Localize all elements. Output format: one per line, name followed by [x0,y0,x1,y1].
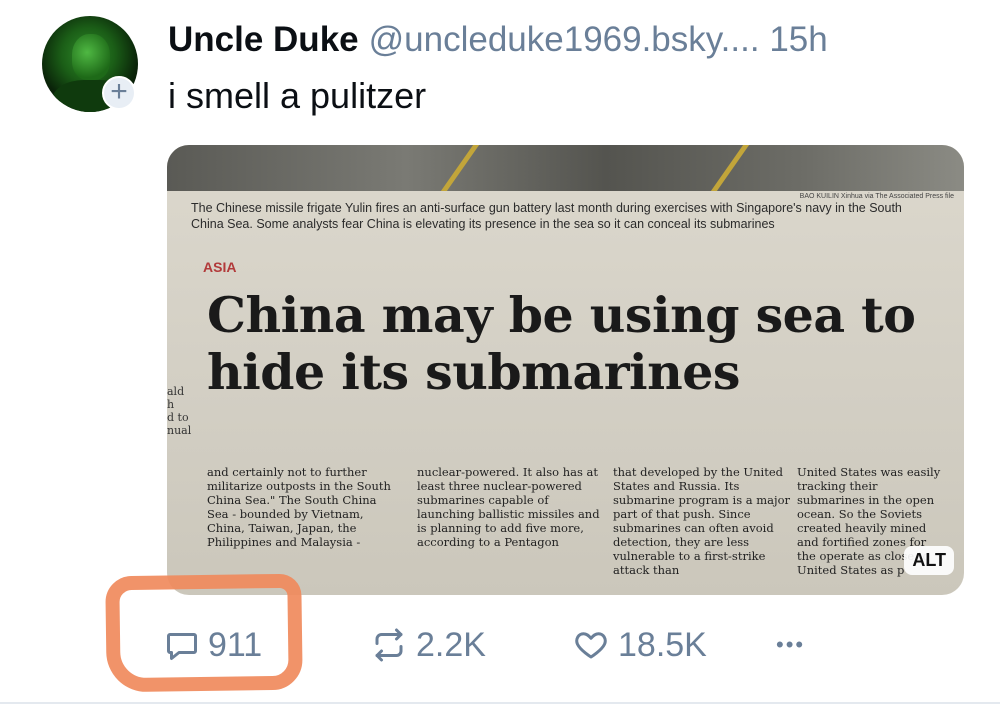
newspaper-section: ASIA [203,259,237,275]
plus-icon: + [104,77,134,108]
newspaper-column: that developed by the United States and … [613,465,791,577]
author-handle[interactable]: @uncleduke1969.bsky.... [369,20,760,59]
newspaper-caption: The Chinese missile frigate Yulin fires … [191,201,902,231]
repost-count: 2.2K [416,625,486,664]
heart-icon [572,627,610,663]
post-text: i smell a pulitzer [168,75,427,116]
post-timestamp[interactable]: 15h [769,20,827,59]
repost-button[interactable]: 2.2K [370,620,486,670]
repost-arrows-icon [370,627,408,663]
alt-text-button[interactable]: ALT [904,546,954,575]
newspaper-column: and certainly not to further militarize … [207,465,391,549]
avatar-figure-head [72,34,110,80]
more-options-button[interactable]: ••• [776,620,805,670]
photo-credit: BAO KUILIN Xinhua via The Associated Pre… [799,193,954,200]
newspaper-column: nuclear-powered. It also has at least th… [417,465,600,549]
newspaper-photo [167,145,964,191]
follow-button[interactable]: + [102,76,136,110]
hand-drawn-highlight [105,573,303,693]
like-button[interactable]: 18.5K [572,620,707,670]
ellipsis-icon: ••• [776,632,806,657]
author-name[interactable]: Uncle Duke [168,20,359,59]
newspaper-margin-text: ald h d to nual [167,385,192,437]
post-header: Uncle Duke @uncleduke1969.bsky.... 15h [168,20,828,60]
post-image[interactable]: BAO KUILIN Xinhua via The Associated Pre… [167,145,964,595]
newspaper-headline: China may be using sea to hide its subma… [207,286,916,401]
like-count: 18.5K [618,625,707,664]
